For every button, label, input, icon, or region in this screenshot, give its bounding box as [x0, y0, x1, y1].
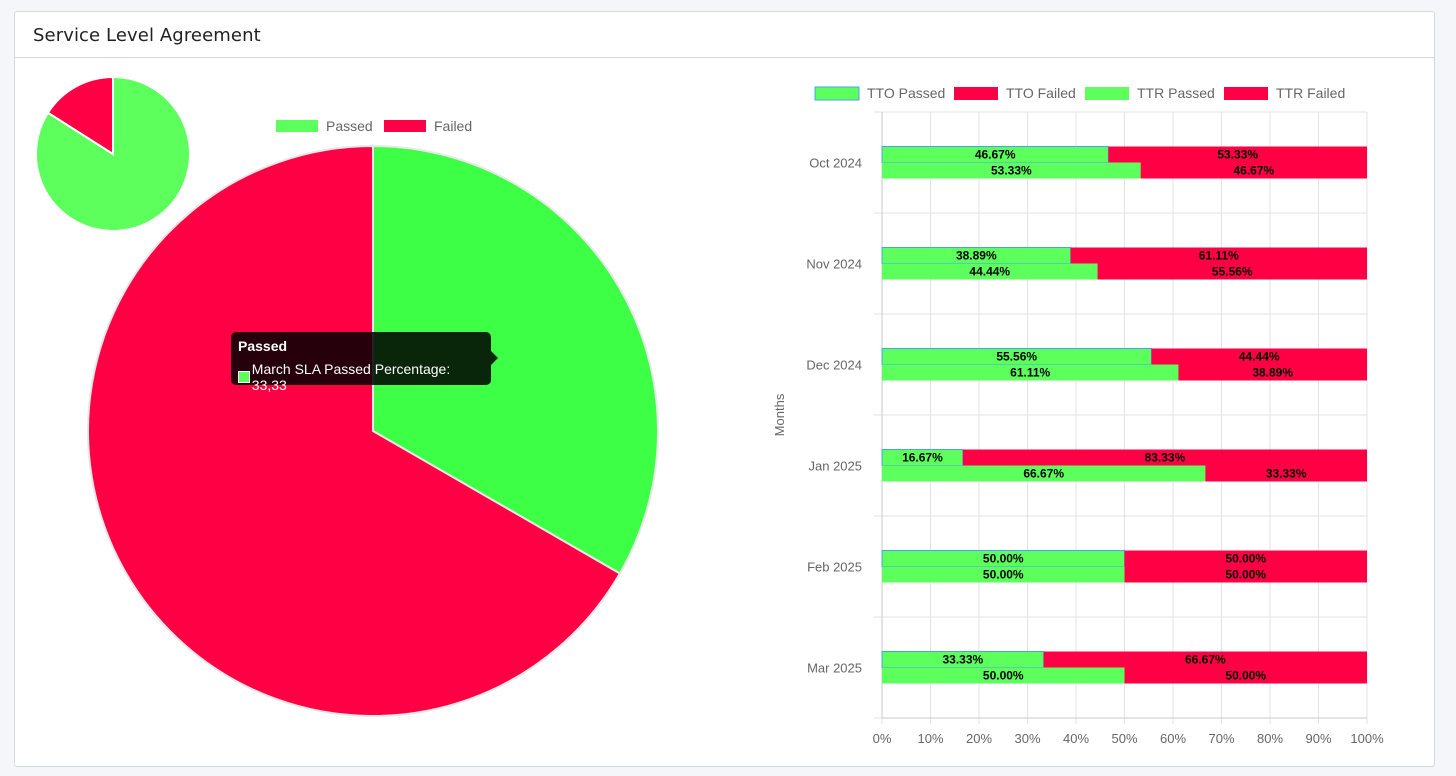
y-tick-label-0: Oct 2024 — [809, 156, 862, 171]
x-tick-label-4: 40% — [1063, 731, 1089, 746]
x-tick-label-2: 20% — [966, 731, 992, 746]
bar-legend-swatch-2 — [1085, 87, 1129, 100]
tooltip-title: Passed — [238, 338, 288, 354]
bar-label-ttr-passed: 61.11% — [1010, 366, 1050, 380]
bar-label-ttr-passed: 66.67% — [1023, 467, 1064, 481]
bar-legend-label-0: TTO Passed — [867, 85, 945, 101]
bar-label-tto-failed: 50.00% — [1225, 552, 1266, 566]
bar-label-tto-failed: 66.67% — [1185, 653, 1226, 667]
bar-legend-swatch-3 — [1224, 87, 1268, 100]
bar-label-ttr-failed: 46.67% — [1233, 164, 1274, 178]
y-tick-label-5: Mar 2025 — [807, 661, 862, 676]
tooltip-body: March SLA Passed Percentage: 33,33 — [238, 361, 484, 393]
y-tick-label-4: Feb 2025 — [807, 560, 862, 575]
tooltip-swatch — [238, 371, 250, 383]
bar-legend-swatch-1 — [954, 87, 998, 100]
big-pie-legend-swatch-1 — [384, 120, 426, 132]
big-pie-legend-swatch-0 — [276, 120, 318, 132]
x-tick-label-9: 90% — [1305, 731, 1331, 746]
x-tick-label-6: 60% — [1160, 731, 1186, 746]
x-tick-label-8: 80% — [1257, 731, 1283, 746]
bar-label-tto-passed: 38.89% — [956, 249, 997, 263]
bar-legend-label-2: TTR Passed — [1137, 85, 1215, 101]
big-pie-legend-label-1: Failed — [434, 118, 472, 134]
x-tick-label-0: 0% — [873, 731, 892, 746]
bar-label-tto-failed: 61.11% — [1199, 249, 1239, 263]
bar-label-ttr-failed: 38.89% — [1252, 366, 1293, 380]
tooltip-text: March SLA Passed Percentage: 33,33 — [251, 361, 451, 393]
pie-tooltip: Passed March SLA Passed Percentage: 33,3… — [231, 332, 498, 393]
bar-legend-label-3: TTR Failed — [1276, 85, 1345, 101]
bar-label-tto-passed: 50.00% — [983, 552, 1024, 566]
bar-legend-label-1: TTO Failed — [1006, 85, 1076, 101]
bar-label-ttr-failed: 50.00% — [1225, 568, 1266, 582]
x-tick-label-10: 100% — [1350, 731, 1384, 746]
bar-label-ttr-passed: 53.33% — [991, 164, 1032, 178]
x-tick-label-5: 50% — [1111, 731, 1137, 746]
bar-label-ttr-failed: 33.33% — [1266, 467, 1307, 481]
bar-label-tto-passed: 16.67% — [902, 451, 943, 465]
y-tick-label-2: Dec 2024 — [806, 358, 862, 373]
bar-label-tto-passed: 55.56% — [996, 350, 1037, 364]
bar-label-tto-failed: 53.33% — [1217, 148, 1258, 162]
bar-label-ttr-failed: 55.56% — [1212, 265, 1253, 279]
y-tick-label-1: Nov 2024 — [806, 257, 862, 272]
x-tick-label-7: 70% — [1208, 731, 1234, 746]
bar-label-tto-passed: 46.67% — [975, 148, 1016, 162]
bar-label-tto-failed: 44.44% — [1239, 350, 1280, 364]
bar-legend-swatch-0 — [814, 86, 860, 101]
big-pie-legend-label-0: Passed — [326, 118, 373, 134]
y-axis-title: Months — [772, 393, 787, 436]
charts-canvas: Passed Failed 0% 10% 20% 30% 40% 50% 60% 70% 80% 90… — [35, 75, 1384, 746]
bar-label-ttr-failed: 50.00% — [1225, 669, 1266, 683]
bar-label-ttr-passed: 50.00% — [983, 669, 1024, 683]
x-tick-label-3: 30% — [1014, 731, 1040, 746]
x-tick-label-1: 10% — [917, 731, 943, 746]
bar-label-tto-failed: 83.33% — [1145, 451, 1186, 465]
bar-label-tto-passed: 33.33% — [942, 653, 983, 667]
bar-label-ttr-passed: 50.00% — [983, 568, 1024, 582]
bar-label-ttr-passed: 44.44% — [969, 265, 1010, 279]
y-tick-label-3: Jan 2025 — [809, 459, 863, 474]
